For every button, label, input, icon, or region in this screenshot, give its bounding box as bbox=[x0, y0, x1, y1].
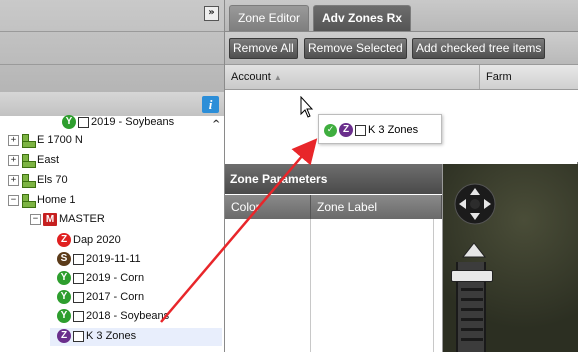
column-divider bbox=[433, 219, 434, 352]
tree-layer-item[interactable]: S 2019-11-11 bbox=[57, 251, 141, 268]
tab-adv-zones-rx[interactable]: Adv Zones Rx bbox=[313, 5, 412, 31]
zoom-slider-thumb[interactable] bbox=[451, 270, 493, 282]
tree-farm-label: Home 1 bbox=[37, 194, 76, 206]
tree-checkbox[interactable] bbox=[73, 330, 84, 342]
tree-checkbox[interactable] bbox=[73, 291, 84, 303]
drag-tooltip: ✓ Z K 3 Zones bbox=[318, 114, 442, 144]
expand-icon[interactable]: + bbox=[8, 154, 19, 166]
tree-layer-item[interactable]: Z Dap 2020 bbox=[57, 232, 121, 249]
tree-checkbox[interactable] bbox=[73, 272, 84, 284]
tree-layer-label: K 3 Zones bbox=[86, 330, 137, 342]
zoom-tick bbox=[461, 288, 483, 291]
column-divider bbox=[310, 219, 311, 352]
drop-ok-icon: ✓ bbox=[324, 123, 337, 137]
collapse-icon[interactable]: − bbox=[8, 194, 19, 206]
tree-item-partial[interactable]: Y 2019 - Soybeans bbox=[62, 114, 174, 131]
zone-parameters-title: Zone Parameters bbox=[225, 164, 442, 194]
zoom-tick bbox=[461, 338, 483, 341]
tree-farm-home1[interactable]: − Home 1 bbox=[8, 192, 76, 209]
harvest-badge-icon: Y bbox=[57, 290, 71, 305]
zoom-tick bbox=[461, 318, 483, 321]
tree-scrollbar-up[interactable]: ^ bbox=[212, 116, 222, 146]
zone-parameters-body bbox=[225, 219, 442, 352]
zoom-tick bbox=[461, 308, 483, 311]
tree-field-label: MASTER bbox=[59, 213, 105, 225]
expand-icon[interactable]: + bbox=[8, 134, 19, 146]
tree-header-strip bbox=[0, 92, 225, 116]
tree-layer-label: Dap 2020 bbox=[73, 234, 121, 246]
drag-checkbox bbox=[355, 124, 366, 136]
collapse-icon[interactable]: − bbox=[30, 213, 41, 225]
tree-farm-label: E 1700 N bbox=[37, 134, 83, 146]
tree-layer-label: 2019-11-11 bbox=[86, 253, 141, 265]
farm-icon bbox=[21, 193, 36, 209]
tab-zone-editor[interactable]: Zone Editor bbox=[229, 5, 310, 31]
column-farm[interactable]: Farm bbox=[480, 65, 576, 89]
column-color[interactable]: Color bbox=[225, 195, 311, 219]
tree-farm-e1700n[interactable]: + E 1700 N bbox=[8, 132, 83, 149]
harvest-badge-icon: Y bbox=[57, 309, 71, 324]
left-panel-toolbar-row bbox=[0, 32, 224, 65]
tree-item-label: 2019 - Soybeans bbox=[91, 116, 175, 128]
farm-icon bbox=[21, 153, 36, 169]
tree-layer-item[interactable]: Y 2017 - Corn bbox=[57, 289, 144, 306]
zoom-tick bbox=[461, 328, 483, 331]
tree-farm-els70[interactable]: + Els 70 bbox=[8, 172, 68, 189]
tree-farm-east[interactable]: + East bbox=[8, 152, 59, 169]
tab-bar: Zone Editor Adv Zones Rx bbox=[225, 0, 578, 32]
tree-field-master[interactable]: − M MASTER bbox=[30, 211, 105, 228]
tree-layer-item[interactable]: Y 2018 - Soybeans bbox=[57, 308, 169, 325]
remove-selected-button[interactable]: Remove Selected bbox=[304, 38, 407, 59]
tree-farm-label: East bbox=[37, 154, 60, 166]
expand-icon[interactable]: + bbox=[8, 174, 19, 186]
tree-layer-label: 2018 - Soybeans bbox=[86, 310, 170, 322]
zones-toolbar: Remove All Remove Selected Add checked t… bbox=[225, 32, 578, 65]
sort-ascending-icon: ▲ bbox=[273, 73, 282, 82]
zone-badge-icon: Z bbox=[57, 329, 71, 344]
farm-icon bbox=[21, 133, 36, 149]
tree-checkbox[interactable] bbox=[73, 253, 84, 265]
column-account-label: Account bbox=[231, 71, 271, 83]
harvest-badge-icon: Y bbox=[62, 115, 76, 130]
zone-badge-icon: Z bbox=[57, 233, 71, 248]
tree-farm-label: Els 70 bbox=[37, 174, 68, 186]
zones-grid-header: Account ▲ Farm bbox=[225, 65, 578, 90]
harvest-badge-icon: Y bbox=[57, 271, 71, 286]
soil-badge-icon: S bbox=[57, 252, 71, 267]
column-account[interactable]: Account ▲ bbox=[225, 65, 480, 89]
zoom-tick bbox=[461, 298, 483, 301]
map-pan-control-icon[interactable] bbox=[453, 182, 497, 226]
zone-badge-icon: Z bbox=[339, 123, 353, 138]
tree-checkbox[interactable] bbox=[73, 310, 84, 322]
tree-layer-item-selected[interactable]: Z K 3 Zones bbox=[57, 328, 136, 345]
tree-layer-label: 2017 - Corn bbox=[86, 291, 145, 303]
tree-checkbox[interactable] bbox=[78, 116, 89, 128]
info-icon[interactable]: i bbox=[202, 96, 219, 113]
master-badge-icon: M bbox=[43, 212, 57, 226]
zoom-in-icon[interactable] bbox=[462, 242, 486, 260]
farm-icon bbox=[21, 173, 36, 189]
collapse-double-chevron-icon[interactable]: » bbox=[204, 6, 219, 21]
zone-parameters-header: Color Zone Label bbox=[225, 195, 442, 219]
column-zone-label[interactable]: Zone Label bbox=[311, 195, 442, 219]
map-view[interactable] bbox=[443, 164, 578, 352]
zone-parameters-panel: Zone Parameters Color Zone Label bbox=[225, 164, 443, 352]
left-panel-header: » bbox=[0, 0, 225, 92]
tree-layer-item[interactable]: Y 2019 - Corn bbox=[57, 270, 144, 287]
left-panel-header-row bbox=[0, 0, 224, 32]
remove-all-button[interactable]: Remove All bbox=[229, 38, 298, 59]
tree-layer-label: 2019 - Corn bbox=[86, 272, 145, 284]
drag-item-label: K 3 Zones bbox=[368, 124, 419, 136]
add-checked-tree-items-button[interactable]: Add checked tree items bbox=[412, 38, 546, 59]
mouse-cursor-icon bbox=[300, 96, 314, 118]
